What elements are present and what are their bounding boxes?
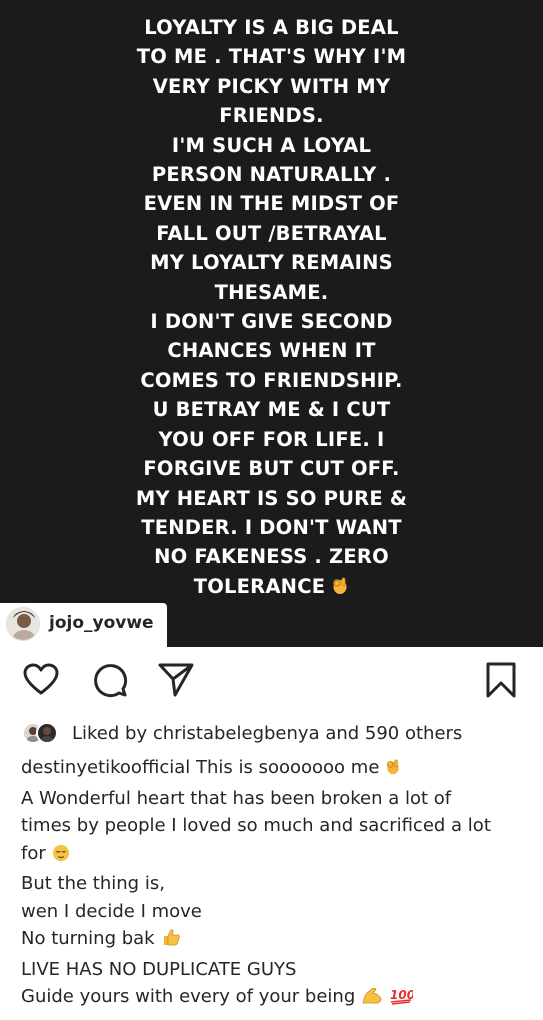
story-line: COMES TO FRIENDSHIP. [140,368,403,392]
story-line: CHANCES WHEN IT [167,339,376,363]
caption-text: destinyetikoofficial This is sooooooo me [21,757,380,778]
story-user-chip[interactable]: jojo_yovwe [0,603,167,647]
story-line: LOYALTY IS A BIG DEAL [144,16,399,39]
story-line: U BETRAY ME & I CUT [152,398,391,422]
story-line: THESAME. [214,280,329,304]
story-text: LOYALTY IS A BIG DEAL TO ME . THAT'S WHY… [0,13,543,604]
bookmark-icon[interactable] [481,660,521,700]
story-image[interactable]: LOYALTY IS A BIG DEAL TO ME . THAT'S WHY… [0,0,543,647]
caption-line: No turning bak [21,925,526,956]
story-line: TENDER. I DON'T WANT [141,515,402,539]
caption-line: Guide yours with every of your being 100 [21,983,526,1014]
story-line: YOU OFF FOR LIFE. I [158,427,385,451]
story-line: MY LOYALTY REMAINS [150,251,393,275]
comment-icon[interactable] [90,660,130,700]
story-username[interactable]: jojo_yovwe [49,613,154,633]
ok-hand-emoji [385,757,401,785]
action-bar [0,660,543,704]
relieved-face-emoji [52,843,70,871]
story-line-last: TOLERANCE [0,572,543,604]
story-line: FRIENDS. [219,104,324,128]
story-line: FALL OUT /BETRAYAL [156,221,387,245]
story-line: NO FAKENESS . ZERO [154,545,389,569]
caption-line: wen I decide I move [21,900,202,922]
caption-line: A Wonderful heart that has been broken a… [21,787,452,809]
caption-line: LIVE HAS NO DUPLICATE GUYS [21,958,297,980]
story-line-text: TOLERANCE [193,574,326,598]
story-line: PERSON NATURALLY . [151,163,392,187]
liked-by-row[interactable]: Liked by christabelegbenya and 590 other… [22,720,532,746]
heart-icon[interactable] [21,660,61,700]
story-line: FORGIVE BUT CUT OFF. [143,457,400,481]
caption-line: times by people I loved so much and sacr… [21,815,491,836]
story-line: MY HEART IS SO PURE & [135,486,408,510]
caption-text: Guide yours with every of your being [21,986,356,1007]
thumbs-up-emoji [161,927,181,956]
caption-line: But the thing is, [21,873,165,894]
caption-line: for [21,840,526,871]
flexed-biceps-emoji [361,985,383,1014]
story-line: EVEN IN THE MIDST OF [143,192,400,216]
post-caption: destinyetikoofficial This is sooooooo me… [21,754,526,1014]
caption-text: for [21,842,46,864]
share-icon[interactable] [156,660,196,700]
story-line: I'M SUCH A LOYAL [171,133,372,157]
hundred-points-emoji: 100 [389,985,415,1014]
story-line: VERY PICKY WITH MY [152,74,391,98]
liker-avatar[interactable] [36,722,58,744]
story-line: I DON'T GIVE SECOND [150,310,393,334]
caption-line: destinyetikoofficial This is sooooooo me [21,754,526,785]
avatar[interactable] [6,607,40,641]
ok-hand-emoji [331,575,349,604]
story-line: TO ME . THAT'S WHY I'M [136,45,407,69]
liked-by-text[interactable]: Liked by christabelegbenya and 590 other… [72,723,462,744]
caption-text: No turning bak [21,928,155,949]
